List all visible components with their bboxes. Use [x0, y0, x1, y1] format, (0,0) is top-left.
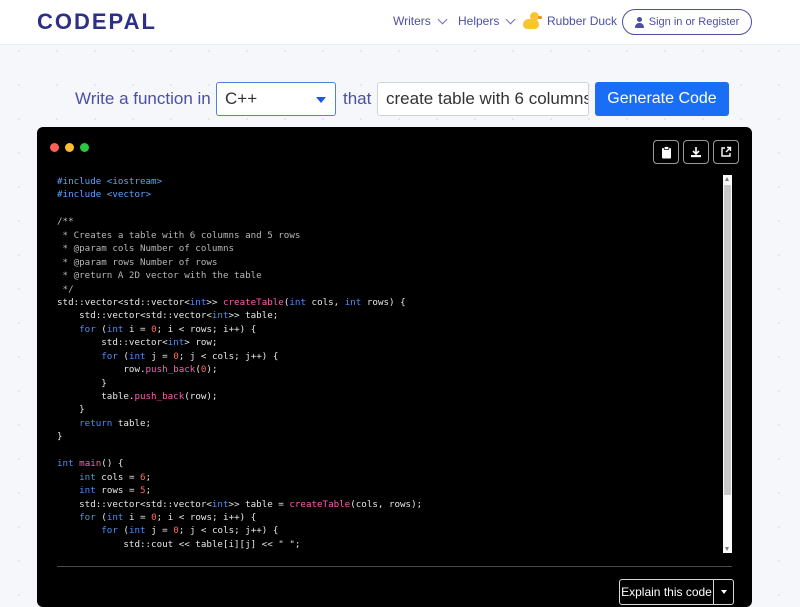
task-input[interactable]: create table with 6 columns and 5 rows	[377, 82, 589, 116]
download-button[interactable]	[683, 140, 709, 164]
rubber-duck-icon	[521, 12, 542, 30]
explain-code-button[interactable]: Explain this code	[620, 580, 714, 604]
code-line: }	[57, 404, 85, 416]
code-line: for (int j = 0; j < cols; j++) {	[101, 350, 279, 362]
prompt-row: Write a function in C++ that create tabl…	[0, 82, 800, 116]
code-line: return table;	[79, 417, 152, 429]
code-line: for (int j = 0; j < cols; j++) {	[101, 525, 279, 537]
code-line: int cols = 6;	[79, 471, 152, 483]
code-line: */	[57, 283, 74, 295]
code-scrollbar[interactable]	[723, 175, 732, 553]
code-line: int main() {	[57, 458, 124, 470]
language-select[interactable]: C++	[216, 82, 336, 116]
code-line: }	[57, 431, 63, 443]
nav-writers[interactable]: Writers	[393, 14, 448, 28]
code-line: std::vector<std::vector<int>> table = cr…	[57, 498, 423, 510]
code-line: std::vector<std::vector<int>> table;	[57, 310, 279, 322]
nav-writers-label: Writers	[393, 14, 431, 28]
signin-register-button[interactable]: Sign in or Register	[622, 9, 752, 35]
scroll-up-arrow-icon[interactable]	[725, 177, 729, 181]
code-line: * @param rows Number of rows	[57, 256, 218, 268]
prompt-middle: that	[343, 89, 372, 108]
code-line: #include <vector>	[57, 189, 152, 201]
copy-button[interactable]	[653, 140, 679, 164]
code-line: int rows = 5;	[79, 485, 152, 497]
download-icon	[691, 147, 701, 158]
prompt-prefix: Write a function in	[75, 89, 211, 108]
code-line: table.push_back(row);	[57, 391, 218, 402]
explain-options-dropdown[interactable]	[714, 580, 733, 604]
code-line: /**	[57, 216, 74, 228]
code-line: * @param cols Number of columns	[57, 243, 235, 255]
codepal-logo[interactable]: CODEPAL	[37, 9, 157, 35]
caret-down-icon	[720, 590, 727, 594]
clipboard-icon	[661, 145, 671, 158]
nav-helpers[interactable]: Helpers	[458, 14, 516, 28]
window-minimize-dot	[65, 143, 74, 152]
editor-divider	[57, 566, 732, 567]
code-line: row.push_back(0);	[57, 364, 218, 376]
nav-helpers-label: Helpers	[458, 14, 500, 28]
code-line: std::vector<int> row;	[57, 337, 218, 349]
code-line: }	[57, 377, 107, 389]
code-line: std::vector<std::vector<int>> createTabl…	[57, 296, 406, 308]
code-line: * Creates a table with 6 columns and 5 r…	[57, 229, 301, 241]
caret-down-icon	[316, 97, 326, 103]
explain-code-split-button: Explain this code	[619, 579, 734, 605]
generate-code-button[interactable]: Generate Code	[595, 82, 729, 116]
nav-rubber-duck-label: Rubber Duck	[547, 14, 618, 28]
scroll-down-arrow-icon[interactable]	[725, 547, 729, 551]
window-close-dot	[50, 143, 59, 152]
nav-rubber-duck[interactable]: Rubber Duck	[521, 12, 617, 30]
code-editor: #include <iostream> #include <vector> /**…	[37, 127, 752, 607]
user-icon	[634, 16, 644, 28]
code-line: std::cout << table[i][j] << " ";	[57, 538, 301, 550]
top-navbar: CODEPAL Writers Helpers Rubber Duck Sign…	[0, 0, 800, 45]
chevron-down-icon	[437, 14, 448, 25]
language-value: C++	[225, 89, 258, 108]
chevron-down-icon	[505, 14, 516, 25]
code-line: for (int i = 0; i < rows; i++) {	[79, 511, 257, 523]
signin-label: Sign in or Register	[648, 16, 740, 28]
code-block[interactable]: #include <iostream> #include <vector> /**…	[57, 175, 727, 555]
external-link-icon	[721, 146, 732, 157]
code-line: * @return A 2D vector with the table	[57, 270, 262, 282]
open-new-window-button[interactable]	[713, 140, 739, 164]
code-line: for (int i = 0; i < rows; i++) {	[79, 323, 257, 335]
window-maximize-dot	[80, 143, 89, 152]
code-line: #include <iostream>	[57, 176, 163, 187]
scrollbar-thumb[interactable]	[724, 185, 731, 495]
